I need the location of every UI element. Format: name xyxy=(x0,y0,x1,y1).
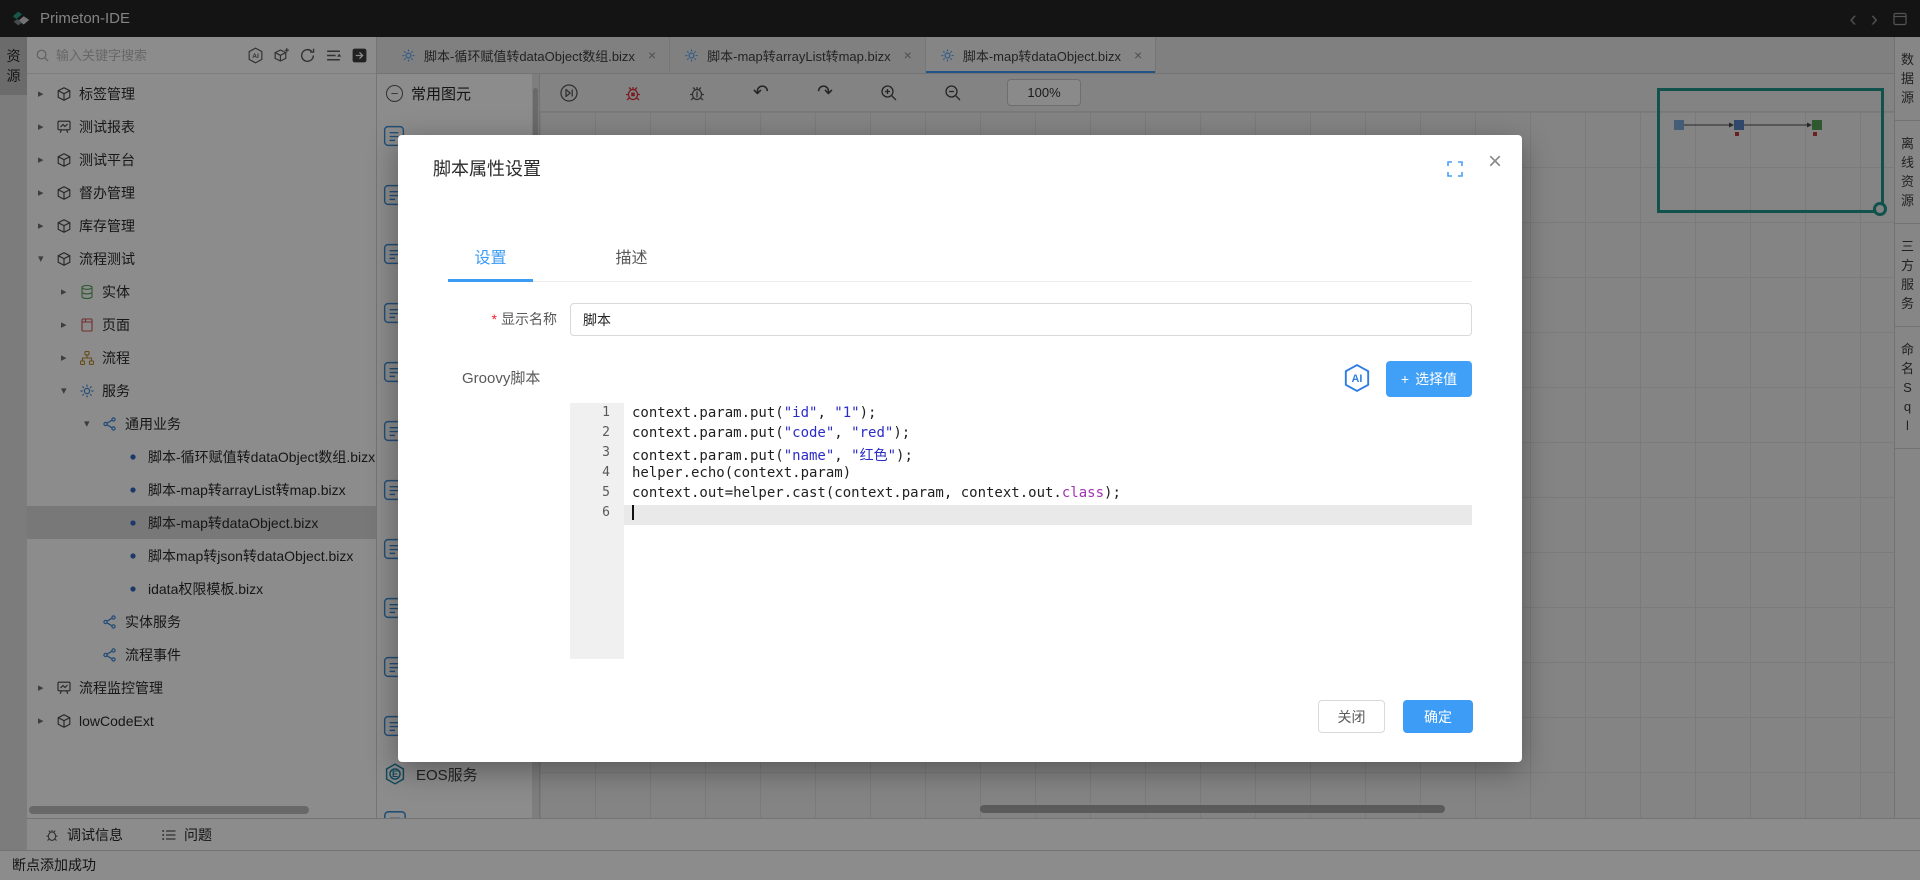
dialog-tab[interactable]: 描述 xyxy=(589,238,674,280)
tabs-divider xyxy=(448,281,1472,282)
code-editor[interactable]: 123456 context.param.put("id", "1");cont… xyxy=(570,403,1472,659)
confirm-button[interactable]: 确定 xyxy=(1403,700,1473,733)
code-line: context.param.put("id", "1"); xyxy=(624,405,1472,425)
text-cursor xyxy=(632,505,634,520)
editor-gutter[interactable]: 123456 xyxy=(570,403,624,659)
plus-icon: + xyxy=(1401,371,1409,387)
code-line: context.out=helper.cast(context.param, c… xyxy=(624,485,1472,505)
line-number[interactable]: 2 xyxy=(570,425,624,445)
required-marker: * xyxy=(492,311,497,327)
line-number[interactable]: 5 xyxy=(570,485,624,505)
script-properties-dialog: 脚本属性设置 × 设置 描述 *显示名称 Groovy脚本 AI +选择值 123… xyxy=(398,135,1522,762)
close-icon[interactable]: × xyxy=(1488,150,1502,174)
svg-text:AI: AI xyxy=(1352,373,1363,385)
editor-code-area[interactable]: context.param.put("id", "1");context.par… xyxy=(624,403,1472,525)
dialog-tab-active[interactable]: 设置 xyxy=(448,238,533,280)
line-number[interactable]: 1 xyxy=(570,405,624,425)
display-name-label: *显示名称 xyxy=(433,303,557,336)
line-number[interactable]: 4 xyxy=(570,465,624,485)
code-line: context.param.put("code", "red"); xyxy=(624,425,1472,445)
display-name-input[interactable] xyxy=(570,303,1472,336)
code-line: helper.echo(context.param) xyxy=(624,465,1472,485)
line-number[interactable]: 3 xyxy=(570,445,624,465)
select-value-button[interactable]: +选择值 xyxy=(1386,361,1472,397)
groovy-script-label: Groovy脚本 xyxy=(462,367,540,388)
ai-assist-icon[interactable]: AI xyxy=(1342,363,1372,393)
dialog-tabs: 设置 描述 xyxy=(448,238,674,280)
close-button[interactable]: 关闭 xyxy=(1318,700,1385,733)
code-line xyxy=(624,505,1472,525)
code-line: context.param.put("name", "红色"); xyxy=(624,445,1472,465)
dialog-title: 脚本属性设置 xyxy=(433,155,541,181)
active-tab-underline xyxy=(448,279,533,282)
line-number[interactable]: 6 xyxy=(570,505,624,525)
fullscreen-icon[interactable] xyxy=(1446,160,1464,178)
